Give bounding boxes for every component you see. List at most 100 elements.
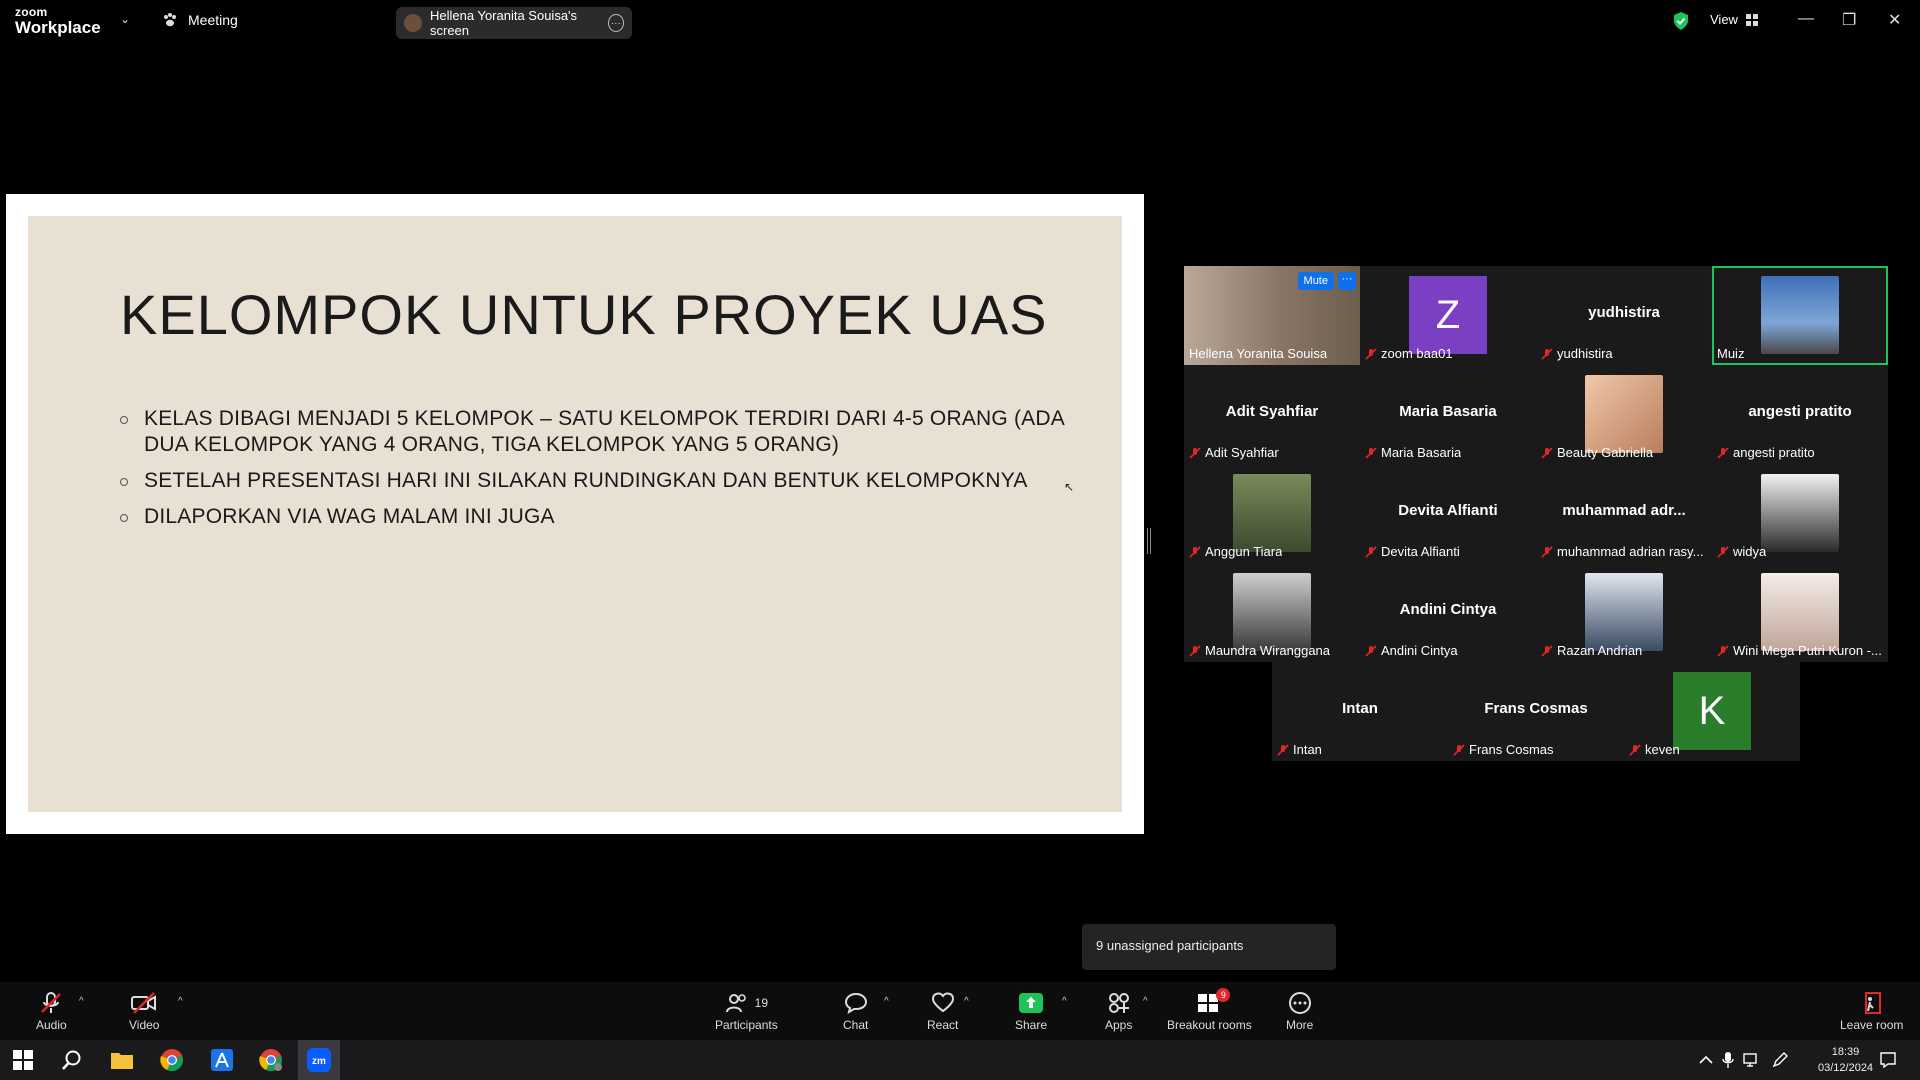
apps-options-caret[interactable]: ^ — [1143, 996, 1148, 1007]
profile-photo — [1761, 573, 1839, 651]
participant-tile[interactable]: Mute ··· Hellena Yoranita Souisa — [1184, 266, 1360, 365]
audio-button[interactable]: Audio — [36, 990, 67, 1032]
resize-handle[interactable] — [1147, 528, 1151, 554]
leave-door-icon — [1864, 992, 1881, 1014]
more-button[interactable]: More — [1286, 990, 1313, 1032]
leave-label: Leave room — [1840, 1018, 1904, 1032]
slide-bullet-list: KELAS DIBAGI MENJADI 5 KELOMPOK – SATU K… — [118, 406, 1078, 540]
chat-button[interactable]: Chat — [843, 990, 868, 1032]
presenter-avatar — [404, 14, 422, 32]
search-icon[interactable] — [58, 1046, 86, 1074]
participant-tile[interactable]: Devita Alfianti Devita Alfianti — [1360, 464, 1536, 563]
chrome-profile-icon[interactable] — [257, 1046, 285, 1074]
profile-photo — [1233, 573, 1311, 651]
participant-tile[interactable]: Intan Intan — [1272, 662, 1448, 761]
participant-tile[interactable]: Adit Syahfiar Adit Syahfiar — [1184, 365, 1360, 464]
participant-name-label: muhammad adrian rasy... — [1557, 544, 1704, 559]
participant-name-label: Intan — [1293, 742, 1322, 757]
clock-date: 03/12/2024 — [1818, 1062, 1874, 1074]
participant-tile[interactable]: Wini Mega Putri Kuron -... — [1712, 563, 1888, 662]
participant-name: Devita Alfianti — [1365, 544, 1460, 559]
meeting-label: Meeting — [188, 12, 238, 28]
svg-text:zm: zm — [312, 1056, 326, 1067]
screen-share-label: Hellena Yoranita Souisa's screen — [430, 8, 578, 38]
network-icon[interactable] — [1738, 1046, 1766, 1074]
react-button[interactable]: React — [927, 990, 958, 1032]
participant-tile[interactable]: widya — [1712, 464, 1888, 563]
share-options-caret[interactable]: ^ — [1062, 996, 1067, 1007]
participants-button[interactable]: 19 Participants — [715, 990, 778, 1032]
close-button[interactable]: ✕ — [1888, 10, 1901, 30]
participant-name: Intan — [1277, 742, 1322, 757]
share-screen-icon — [1019, 993, 1044, 1013]
pen-icon[interactable] — [1766, 1046, 1794, 1074]
leave-room-button[interactable]: Leave room — [1840, 990, 1903, 1032]
mic-muted-icon — [1717, 644, 1729, 657]
windows-start-icon[interactable] — [9, 1046, 37, 1074]
video-options-caret[interactable]: ^ — [178, 996, 183, 1007]
breakout-rooms-button[interactable]: 9 Breakout rooms — [1167, 988, 1252, 1032]
letter-avatar: Z — [1409, 276, 1487, 354]
tile-more-icon[interactable]: ··· — [1338, 272, 1356, 290]
breakout-label: Breakout rooms — [1167, 1018, 1252, 1032]
video-off-icon — [131, 992, 157, 1014]
tile-center-name: angesti pratito — [1748, 403, 1852, 420]
chat-options-caret[interactable]: ^ — [884, 996, 889, 1007]
participant-tile[interactable]: Anggun Tiara — [1184, 464, 1360, 563]
participant-tile[interactable]: Frans Cosmas Frans Cosmas — [1448, 662, 1624, 761]
screen-share-indicator[interactable]: Hellena Yoranita Souisa's screen ··· — [396, 7, 632, 39]
tile-center-name: Maria Basaria — [1399, 403, 1497, 420]
meeting-menu[interactable]: Meeting — [162, 12, 238, 28]
participant-tile[interactable]: Muiz — [1712, 266, 1888, 365]
share-button[interactable]: Share — [1015, 990, 1047, 1032]
participant-tile[interactable]: Andini Cintya Andini Cintya — [1360, 563, 1536, 662]
participant-tile[interactable]: angesti pratito angesti pratito — [1712, 365, 1888, 464]
security-shield-icon[interactable] — [1672, 11, 1690, 31]
participant-name: Maria Basaria — [1365, 445, 1461, 460]
participant-name: Adit Syahfiar — [1189, 445, 1279, 460]
participant-tile[interactable]: Maria Basaria Maria Basaria — [1360, 365, 1536, 464]
meeting-toolbar: Audio ^ Video ^ 19 Participants Chat ^ R… — [0, 982, 1920, 1040]
react-options-caret[interactable]: ^ — [964, 996, 969, 1007]
participant-tile[interactable]: Zzoom baa01 — [1360, 266, 1536, 365]
chevron-down-icon[interactable]: ⌄ — [120, 12, 130, 26]
mic-muted-icon — [1717, 446, 1729, 459]
audio-options-caret[interactable]: ^ — [79, 996, 84, 1007]
meeting-paw-icon — [164, 13, 176, 27]
participant-tile[interactable]: yudhistira yudhistira — [1536, 266, 1712, 365]
restore-button[interactable]: ❐ — [1842, 10, 1856, 30]
tile-center-name: Adit Syahfiar — [1225, 403, 1319, 420]
minimize-button[interactable]: — — [1798, 10, 1814, 28]
mouse-cursor-icon: ↖ — [1064, 480, 1075, 494]
participant-name-label: Hellena Yoranita Souisa — [1189, 346, 1328, 361]
zoom-app-icon[interactable]: zm — [305, 1046, 333, 1074]
mute-participant-button[interactable]: Mute — [1297, 272, 1334, 290]
participant-name: keven — [1629, 742, 1680, 757]
participant-tile[interactable]: Kkeven — [1624, 662, 1800, 761]
participant-name-label: Anggun Tiara — [1205, 544, 1283, 559]
mic-muted-icon — [1365, 347, 1377, 360]
view-button[interactable]: View — [1710, 12, 1758, 27]
slide-title: KELOMPOK UNTUK PROYEK UAS — [120, 283, 1048, 346]
more-options-icon[interactable]: ··· — [607, 14, 624, 32]
participant-name-label: Razan Andrian — [1557, 643, 1643, 658]
participant-tile[interactable]: muhammad adr... muhammad adrian rasy... — [1536, 464, 1712, 563]
slide-bullet: SETELAH PRESENTASI HARI INI SILAKAN RUND… — [118, 468, 1078, 494]
zoom-logo[interactable]: zoom Workplace — [15, 6, 101, 36]
participant-tile[interactable]: Razan Andrian — [1536, 563, 1712, 662]
apps-button[interactable]: Apps — [1105, 990, 1132, 1032]
participants-label: Participants — [715, 1018, 778, 1032]
mic-muted-icon — [1717, 545, 1729, 558]
chrome-icon[interactable] — [158, 1046, 186, 1074]
video-button[interactable]: Video — [129, 990, 159, 1032]
tile-center-name: yudhistira — [1588, 304, 1660, 321]
file-explorer-icon[interactable] — [108, 1046, 136, 1074]
zoom-window: zoom Workplace ⌄ Meeting Hellena Yoranit… — [0, 0, 1920, 1080]
participant-tile[interactable]: Maundra Wiranggana — [1184, 563, 1360, 662]
participant-tile[interactable]: Beauty Gabriella — [1536, 365, 1712, 464]
notifications-icon[interactable] — [1874, 1046, 1902, 1074]
participant-name-label: Maria Basaria — [1381, 445, 1462, 460]
app-store-icon[interactable] — [208, 1046, 236, 1074]
taskbar-clock[interactable]: 18:39 03/12/2024 — [1818, 1044, 1873, 1076]
participant-name: Frans Cosmas — [1453, 742, 1554, 757]
